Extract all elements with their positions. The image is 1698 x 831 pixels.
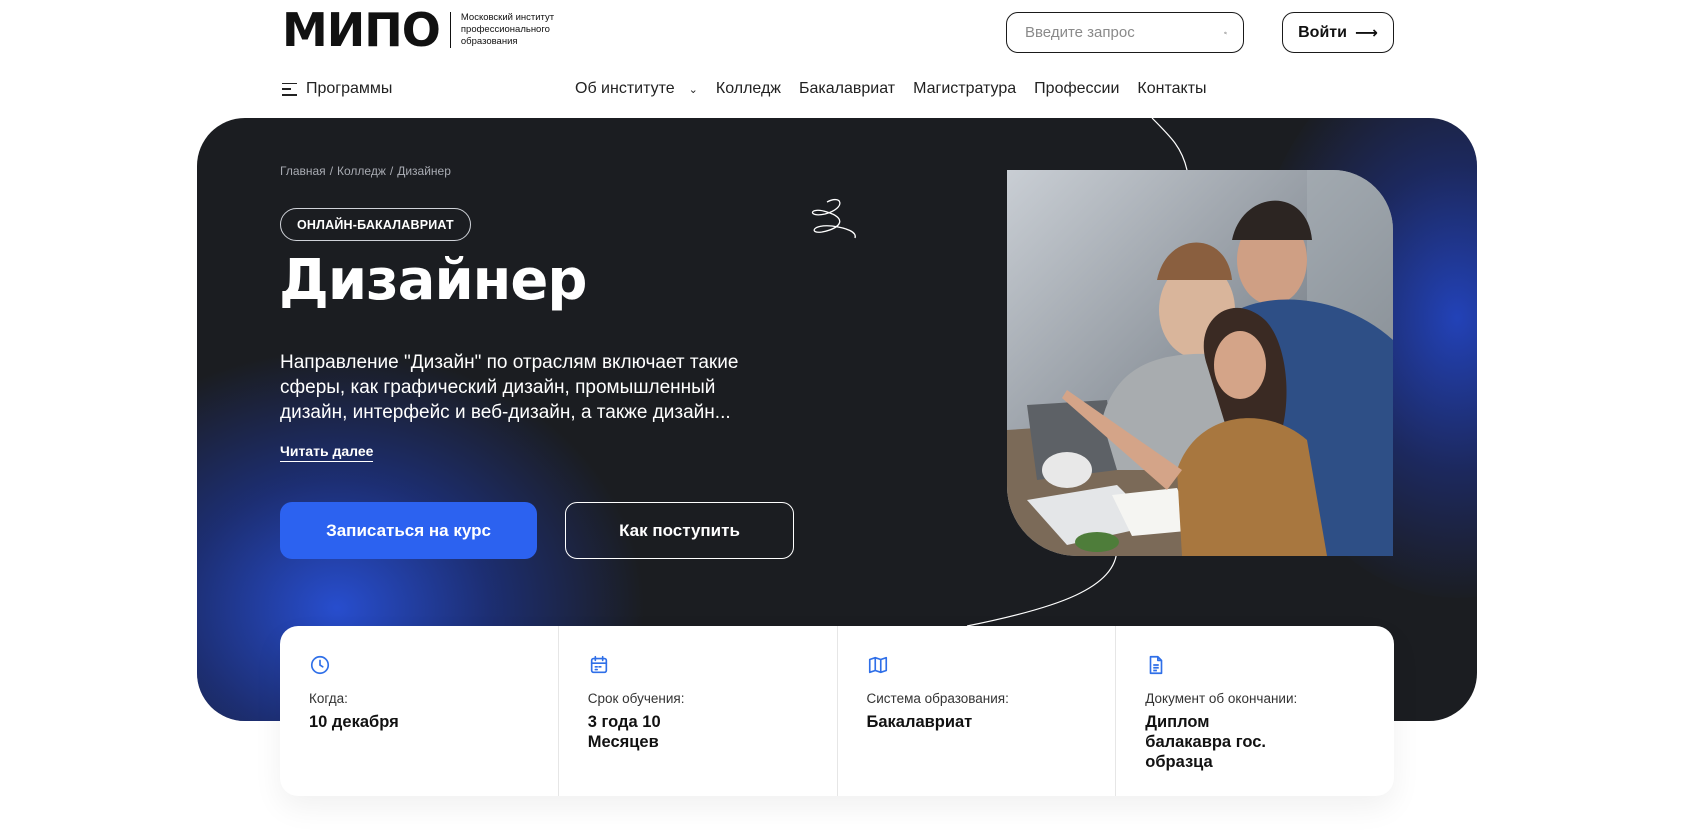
- menu-icon: [282, 82, 297, 96]
- search-icon[interactable]: [1224, 23, 1227, 43]
- logo-divider: [449, 12, 451, 48]
- info-card-start: Когда: 10 декабря: [280, 626, 559, 796]
- info-card-value: Бакалавриат: [866, 713, 973, 731]
- nav-link-contacts[interactable]: Контакты: [1137, 80, 1206, 98]
- breadcrumb-current: Дизайнер: [397, 164, 451, 178]
- clock-icon: [310, 655, 330, 675]
- chevron-down-icon: ⌄: [688, 83, 698, 96]
- nav-link-label: Об институте: [575, 80, 675, 97]
- login-label: Войти: [1298, 23, 1347, 41]
- document-icon: [1149, 655, 1163, 675]
- programs-label: Программы: [306, 80, 393, 97]
- logo-mark: МИПО: [282, 3, 441, 57]
- map-icon: [868, 656, 887, 674]
- breadcrumb-separator: /: [389, 164, 394, 178]
- breadcrumb-home[interactable]: Главная: [280, 164, 326, 178]
- how-to-apply-button[interactable]: Как поступить: [565, 502, 794, 559]
- info-card-system: Система образования: Бакалавриат: [838, 626, 1117, 796]
- search-input[interactable]: [1025, 24, 1224, 41]
- program-type-badge: ОНЛАЙН-БАКАЛАВРИАТ: [280, 208, 471, 241]
- info-card-value: 10 декабря: [309, 713, 399, 731]
- breadcrumb: Главная / Колледж / Дизайнер: [280, 164, 451, 178]
- nav-link-about[interactable]: Об институте ⌄: [575, 80, 698, 98]
- program-description: Направление "Дизайн" по отраслям включае…: [280, 352, 739, 423]
- read-more-link[interactable]: Читать далее: [280, 443, 374, 462]
- info-cards: Когда: 10 декабря Срок обучения: 3 года …: [280, 626, 1394, 796]
- search-box: [1006, 12, 1244, 53]
- nav-links: Об институте ⌄ Колледж Бакалавриат Магис…: [575, 80, 1207, 98]
- info-card-label: Документ об окончании:: [1145, 691, 1298, 706]
- programs-menu-button[interactable]: Программы: [282, 80, 392, 98]
- info-card-label: Система образования:: [866, 691, 1009, 706]
- page-title: Дизайнер: [279, 248, 587, 313]
- nav-link-college[interactable]: Колледж: [716, 80, 781, 98]
- nav-link-master[interactable]: Магистратура: [913, 80, 1016, 98]
- nav-link-professions[interactable]: Профессии: [1034, 80, 1119, 98]
- logo-subtitle: Московский институт профессионального об…: [460, 12, 555, 47]
- info-card-value: 3 года 10 Месяцев: [587, 713, 661, 751]
- login-button[interactable]: Войти ⟶: [1282, 12, 1394, 53]
- breadcrumb-separator: /: [329, 164, 334, 178]
- main-nav: Программы Об институте ⌄ Колледж Бакалав…: [0, 80, 1698, 102]
- enroll-button[interactable]: Записаться на курс: [280, 502, 537, 559]
- logo[interactable]: МИПО Московский институт профессионально…: [282, 3, 561, 57]
- info-card-label: Срок обучения:: [587, 691, 685, 706]
- info-card-document: Документ об окончании: Диплом балакавра …: [1116, 626, 1394, 796]
- nav-link-bachelor[interactable]: Бакалавриат: [799, 80, 895, 98]
- calendar-icon: [590, 655, 607, 674]
- info-card-duration: Срок обучения: 3 года 10 Месяцев: [559, 626, 838, 796]
- breadcrumb-college[interactable]: Колледж: [337, 164, 386, 178]
- info-card-value: Диплом балакавра гос. образца: [1145, 713, 1266, 771]
- arrow-right-icon: ⟶: [1354, 24, 1378, 42]
- info-card-label: Когда:: [309, 691, 348, 706]
- hero-photo: [1007, 170, 1393, 556]
